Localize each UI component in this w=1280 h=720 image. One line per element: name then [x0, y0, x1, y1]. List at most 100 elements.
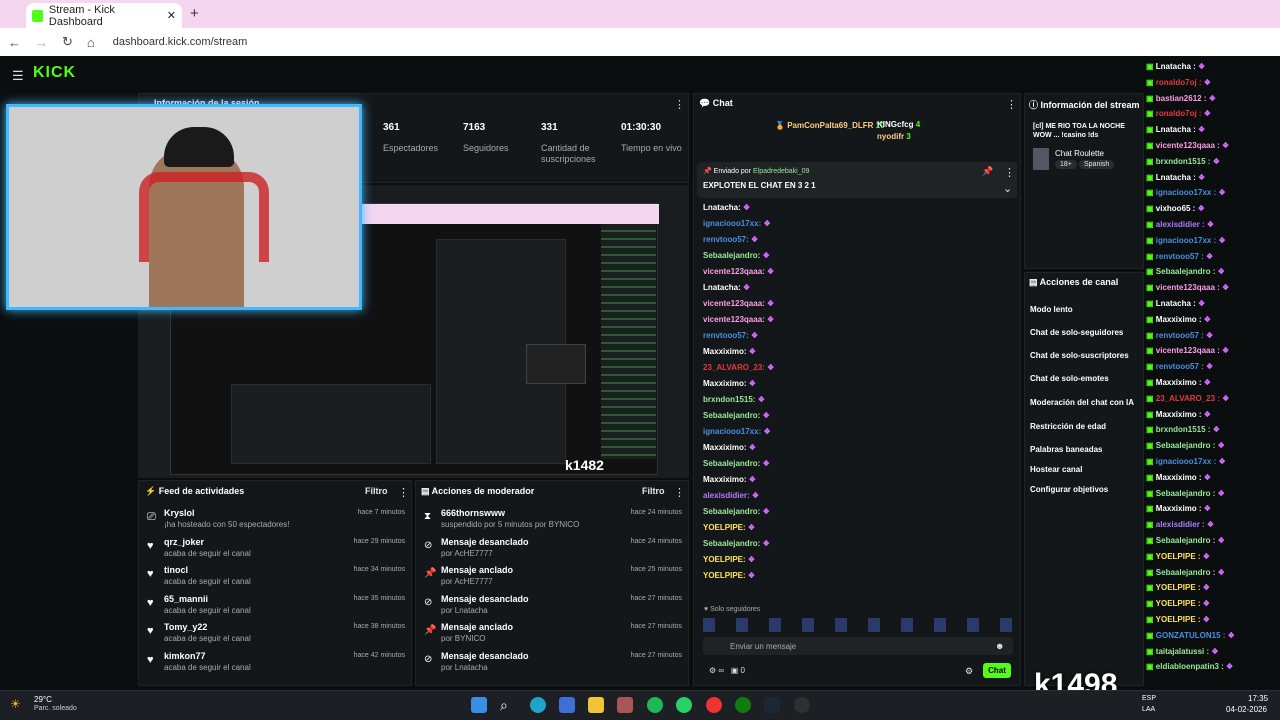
mod-action-item[interactable]: 📌 Mensaje anclado por BYNICO hace 27 minuto… — [422, 620, 684, 646]
chat-username[interactable]: Lnatacha: — [703, 283, 741, 292]
clock-time[interactable]: 17:35 — [1248, 694, 1268, 703]
steam-icon[interactable] — [764, 697, 780, 713]
chat-message[interactable]: alexisdidier: ❖ — [703, 491, 759, 500]
store-icon[interactable] — [559, 697, 575, 713]
channel-action-item[interactable]: Chat de solo-suscriptores — [1030, 351, 1129, 360]
language-indicator[interactable]: ESP — [1142, 695, 1156, 702]
chat-message[interactable]: Lnatacha: ❖ — [703, 203, 750, 212]
chat-username[interactable]: Lnatacha: — [703, 203, 741, 212]
chat-username[interactable]: Maxxiximo: — [703, 379, 747, 388]
channel-action-item[interactable]: Palabras baneadas — [1030, 445, 1102, 454]
chat-message[interactable]: vicente123qaaa: ❖ — [703, 315, 774, 324]
channel-action-item[interactable]: Hostear canal — [1030, 465, 1082, 474]
forward-icon[interactable]: → — [35, 35, 48, 50]
chat-username[interactable]: Maxxiximo: — [703, 443, 747, 452]
obs-icon[interactable] — [794, 697, 810, 713]
channel-action-item[interactable]: Chat de solo-seguidores — [1030, 328, 1123, 337]
chat-username[interactable]: YOELPIPE: — [703, 523, 746, 532]
chat-message[interactable]: YOELPIPE: ❖ — [703, 523, 755, 532]
activity-item[interactable]: ⎚ Kryslol ¡ha hosteado con 50 espectadores… — [145, 506, 407, 532]
chat-username[interactable]: YOELPIPE: — [703, 571, 746, 580]
unpin-icon[interactable]: 📌 — [982, 166, 993, 177]
activity-item[interactable]: ♥ kimkon77 acaba de seguir el canal hace 42… — [145, 649, 407, 675]
chat-message[interactable]: 23_ALVARO_23: ❖ — [703, 363, 774, 372]
xbox-icon[interactable] — [735, 697, 751, 713]
clock-date[interactable]: 04-02-2026 — [1226, 705, 1267, 714]
chat-message[interactable]: Lnatacha: ❖ — [703, 283, 750, 292]
chat-username[interactable]: Sebaalejandro: — [703, 507, 760, 516]
emote-bar[interactable] — [703, 618, 1016, 632]
chat-message[interactable]: Maxxiximo: ❖ — [703, 475, 756, 484]
chat-username[interactable]: renvtooo57: — [703, 331, 749, 340]
search-icon[interactable]: ⌕ — [500, 697, 516, 713]
start-icon[interactable] — [471, 697, 487, 713]
chat-message[interactable]: Sebaalejandro: ❖ — [703, 507, 770, 516]
chat-username[interactable]: ignaciooo17xx: — [703, 427, 761, 436]
mod-action-item[interactable]: 📌 Mensaje anclado por AcHE7777 hace 25 minu… — [422, 563, 684, 589]
edge-icon[interactable] — [530, 697, 546, 713]
chat-username[interactable]: Maxxiximo: — [703, 347, 747, 356]
whatsapp-icon[interactable] — [676, 697, 692, 713]
chat-username[interactable]: YOELPIPE: — [703, 555, 746, 564]
channel-action-item[interactable]: Configurar objetivos — [1030, 485, 1108, 494]
chat-message[interactable]: Maxxiximo: ❖ — [703, 347, 756, 356]
chat-username[interactable]: Sebaalejandro: — [703, 411, 760, 420]
top-gifter-1[interactable]: 🏅 PamConPalta69_DLFR 10 — [775, 121, 885, 130]
language-layout[interactable]: LAA — [1142, 706, 1155, 713]
channel-action-item[interactable]: Moderación del chat con IA — [1030, 398, 1134, 407]
mod-action-item[interactable]: ⊘ Mensaje desanclado por Lnatacha hace 27 m… — [422, 592, 684, 618]
pinned-expand-icon[interactable]: ⌄ — [1003, 182, 1012, 195]
chat-username[interactable]: renvtooo57: — [703, 235, 749, 244]
chat-message[interactable]: Sebaalejandro: ❖ — [703, 251, 770, 260]
chat-username[interactable]: 23_ALVARO_23: — [703, 363, 765, 372]
back-icon[interactable]: ← — [8, 35, 21, 50]
home-icon[interactable]: ⌂ — [87, 35, 95, 50]
chat-username[interactable]: alexisdidier: — [703, 491, 750, 500]
kick-logo[interactable]: KICK — [33, 64, 76, 82]
chat-message[interactable]: renvtooo57: ❖ — [703, 235, 758, 244]
chrome-icon[interactable] — [706, 697, 722, 713]
chat-username[interactable]: Maxxiximo: — [703, 475, 747, 484]
activity-filter-button[interactable]: Filtro — [365, 486, 388, 496]
session-menu-icon[interactable]: ⋮ — [674, 98, 685, 111]
mod-action-item[interactable]: ⧗ 666thornswww suspendido por 5 minutos po… — [422, 506, 684, 532]
top-gifter-2[interactable]: KINGcfcg 4 — [877, 120, 920, 129]
activity-menu-icon[interactable]: ⋮ — [398, 486, 409, 499]
chat-send-button[interactable]: Chat — [983, 663, 1011, 678]
chat-message[interactable]: renvtooo57: ❖ — [703, 331, 758, 340]
browser-tab[interactable]: Stream - Kick Dashboard ✕ — [26, 3, 182, 28]
channel-action-item[interactable]: Restricción de edad — [1030, 422, 1106, 431]
chat-message[interactable]: brxndon1515: ❖ — [703, 395, 765, 404]
channel-action-item[interactable]: Chat de solo-emotes — [1030, 374, 1109, 383]
chat-username[interactable]: brxndon1515: — [703, 395, 755, 404]
top-gifter-3[interactable]: nyodifr 3 — [877, 132, 911, 141]
chat-message[interactable]: Sebaalejandro: ❖ — [703, 459, 770, 468]
menu-icon[interactable]: ☰ — [12, 68, 24, 84]
chat-username[interactable]: vicente123qaaa: — [703, 267, 765, 276]
folder-icon[interactable] — [588, 697, 604, 713]
chat-username[interactable]: Sebaalejandro: — [703, 251, 760, 260]
activity-item[interactable]: ♥ tinocl acaba de seguir el canal hace 34 m… — [145, 563, 407, 589]
chat-username[interactable]: ignaciooo17xx: — [703, 219, 761, 228]
chat-message[interactable]: Maxxiximo: ❖ — [703, 443, 756, 452]
chat-username[interactable]: vicente123qaaa: — [703, 299, 765, 308]
chat-message[interactable]: YOELPIPE: ❖ — [703, 555, 755, 564]
chat-message[interactable]: Sebaalejandro: ❖ — [703, 539, 770, 548]
chat-message[interactable]: Maxxiximo: ❖ — [703, 379, 756, 388]
url-field[interactable]: dashboard.kick.com/stream — [113, 36, 248, 48]
chat-menu-icon[interactable]: ⋮ — [1006, 98, 1017, 111]
chat-message[interactable]: YOELPIPE: ❖ — [703, 571, 755, 580]
chat-settings-icon[interactable]: ⚙ — [965, 666, 973, 677]
chat-message[interactable]: ignaciooo17xx: ❖ — [703, 427, 771, 436]
mod-action-item[interactable]: ⊘ Mensaje desanclado por AcHE7777 hace 24 m… — [422, 535, 684, 561]
chat-username[interactable]: Sebaalejandro: — [703, 459, 760, 468]
chat-username[interactable]: vicente123qaaa: — [703, 315, 765, 324]
emote-picker-icon[interactable]: ☻ — [995, 641, 1004, 651]
mod-menu-icon[interactable]: ⋮ — [674, 486, 685, 499]
chat-username[interactable]: Sebaalejandro: — [703, 539, 760, 548]
chat-message[interactable]: vicente123qaaa: ❖ — [703, 299, 774, 308]
pinned-menu-icon[interactable]: ⋮ — [1004, 166, 1015, 179]
tab-close-icon[interactable]: ✕ — [167, 9, 176, 22]
spotify-icon[interactable] — [647, 697, 663, 713]
chat-message[interactable]: Sebaalejandro: ❖ — [703, 411, 770, 420]
